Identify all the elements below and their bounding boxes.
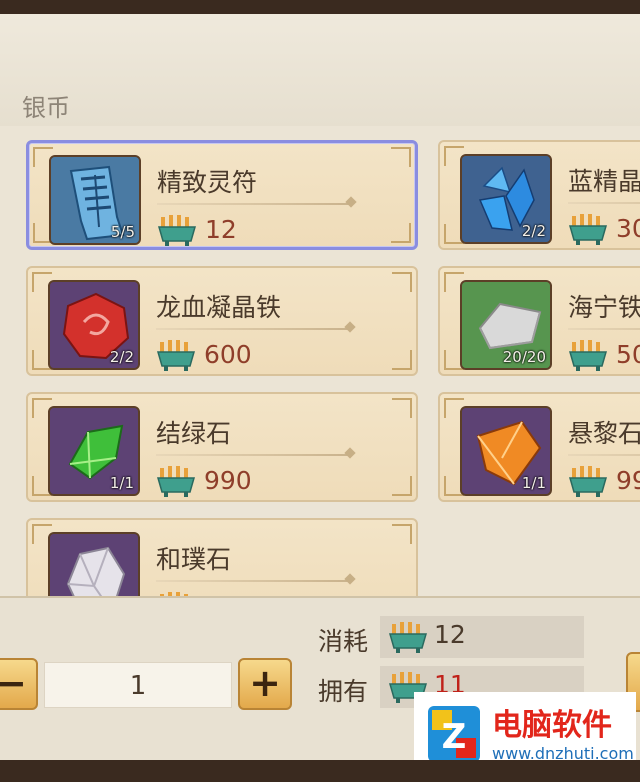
item-name: 结绿石: [156, 419, 232, 448]
stock-count: 2/2: [521, 222, 546, 240]
svg-text:Z: Z: [442, 717, 467, 757]
item-price: 990: [204, 466, 252, 495]
currency-type-title: 银币: [22, 94, 70, 122]
item-price: 30: [616, 214, 640, 243]
silver-coin-cauldron-icon: [157, 466, 195, 497]
cost-box: 12: [380, 616, 584, 658]
item-card-3[interactable]: 20/20 海宁铁 50: [438, 266, 640, 376]
item-name: 蓝精晶: [568, 167, 640, 196]
top-border: [0, 0, 640, 14]
green-jade-icon: 1/1: [48, 406, 140, 496]
item-name: 和璞石: [156, 545, 232, 574]
silver-coin-cauldron-icon: [569, 466, 607, 497]
decrease-quantity-button[interactable]: −: [0, 658, 38, 710]
item-price: 12: [205, 215, 237, 244]
stock-count: 2/2: [109, 348, 134, 366]
bottom-border: [0, 760, 640, 782]
cost-label: 消耗: [318, 627, 369, 656]
red-iron-gem-icon: 2/2: [48, 280, 140, 370]
silver-ingot-icon: 20/20: [460, 280, 552, 370]
item-price: 99: [616, 466, 640, 495]
silver-coin-cauldron-icon: [389, 622, 427, 653]
white-stone-icon: [48, 532, 140, 596]
item-card-4[interactable]: 1/1 结绿石 990: [26, 392, 418, 502]
stock-count: 5/5: [110, 223, 135, 241]
cost-value: 12: [434, 620, 466, 649]
blue-crystal-icon: 2/2: [460, 154, 552, 244]
item-card-0[interactable]: 5/5 精致灵符 12: [26, 140, 418, 250]
item-grid[interactable]: 5/5 精致灵符 12 2/2 蓝精晶 30 2/2 龙血凝晶铁 600 20/…: [0, 126, 640, 596]
stock-count: 1/1: [109, 474, 134, 492]
item-card-6[interactable]: 和璞石 990: [26, 518, 418, 596]
shop-header: 银币: [0, 14, 640, 128]
watermark-title: 电脑软件: [492, 708, 612, 743]
dnzhuti-logo-icon: Z: [428, 706, 480, 762]
item-price: 600: [204, 340, 252, 369]
silver-coin-cauldron-icon: [157, 340, 195, 371]
item-name: 龙血凝晶铁: [156, 293, 282, 322]
item-card-5[interactable]: 1/1 悬黎石 99: [438, 392, 640, 502]
shop-panel: 银币 5/5 精致灵符 12 2/2 蓝精晶 30 2/2 龙血凝晶铁 600 …: [0, 0, 640, 782]
silver-coin-cauldron-icon: [158, 215, 196, 246]
silver-coin-cauldron-icon: [569, 340, 607, 371]
item-name: 精致灵符: [157, 168, 258, 197]
increase-quantity-button[interactable]: +: [238, 658, 292, 710]
orange-crystal-icon: 1/1: [460, 406, 552, 496]
stock-count: 20/20: [502, 348, 546, 366]
item-card-2[interactable]: 2/2 龙血凝晶铁 600: [26, 266, 418, 376]
talisman-scroll-icon: 5/5: [49, 155, 141, 245]
item-name: 海宁铁: [568, 293, 640, 322]
item-card-1[interactable]: 2/2 蓝精晶 30: [438, 140, 640, 250]
item-price: 50: [616, 340, 640, 369]
silver-coin-cauldron-icon: [569, 214, 607, 245]
stock-count: 1/1: [521, 474, 546, 492]
item-name: 悬黎石: [568, 419, 640, 448]
quantity-input[interactable]: 1: [44, 662, 232, 708]
own-label: 拥有: [318, 677, 369, 706]
